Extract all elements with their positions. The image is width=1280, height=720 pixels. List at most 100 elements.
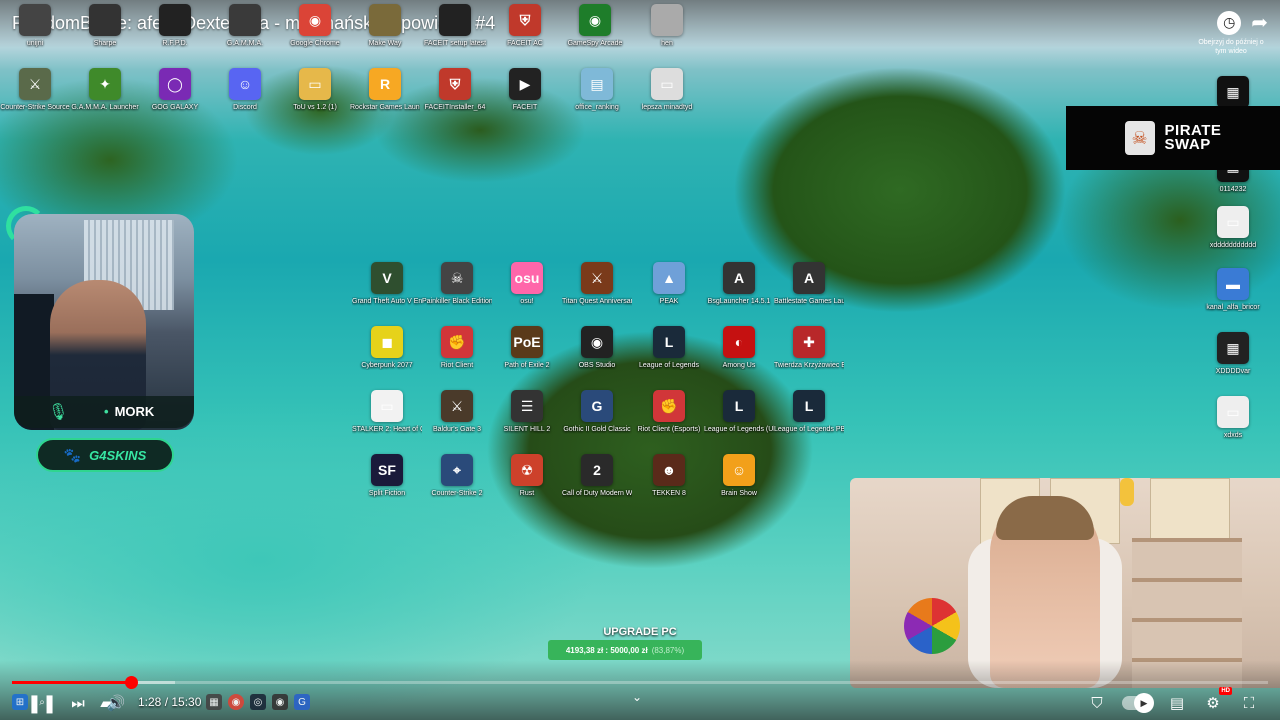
- desktop-shortcut[interactable]: A BsgLauncher 14.5.1: [704, 262, 774, 306]
- lamp: [1120, 478, 1134, 506]
- shortcut-label: Riot Client: [440, 362, 474, 369]
- progress-bar[interactable]: [12, 676, 1268, 689]
- shortcut-label: Grand Theft Auto V Enhanced: [352, 298, 422, 305]
- desktop-shortcut[interactable]: L League of Legends: [634, 326, 704, 370]
- desktop-shortcut[interactable]: FACEIT setup latest: [420, 4, 490, 48]
- desktop-shortcut[interactable]: ◉ GameSpy Arcade: [560, 4, 630, 48]
- desktop-shortcut[interactable]: G.A.M.M.A.: [210, 4, 280, 48]
- autoplay-toggle[interactable]: ▶: [1122, 693, 1154, 713]
- desktop-shortcut[interactable]: ◼ Cyberpunk 2077: [352, 326, 422, 370]
- desktop-shortcut[interactable]: G Gothic II Gold Classic: [562, 390, 632, 434]
- shortcut-label: G.A.M.M.A. Launcher: [71, 104, 139, 111]
- desktop-shortcut[interactable]: ◉ Google Chrome: [280, 4, 350, 48]
- shortcut-label: kanal_alfa_bricor: [1206, 304, 1260, 311]
- desktop-shortcut[interactable]: ▭ lepsza minadtyd: [632, 68, 702, 112]
- desktop-shortcut[interactable]: ▦ XDDDDvar: [1198, 332, 1268, 376]
- desktop-shortcut[interactable]: ⚔ Counter-Strike Source: [0, 68, 70, 112]
- desktop-shortcut[interactable]: unijni: [0, 4, 70, 48]
- desktop-shortcut[interactable]: ☠ Painkiller Black Edition: [422, 262, 492, 306]
- shield-icon[interactable]: ⛉: [1086, 692, 1108, 714]
- desktop-shortcut[interactable]: ▤ office_ranking: [562, 68, 632, 112]
- clock-icon[interactable]: ◷: [1217, 10, 1242, 35]
- desktop-shortcut[interactable]: osu osu!: [492, 262, 562, 306]
- desktop-shortcut[interactable]: ✚ Twierdza Krzyżowiec Edycja Ostateczna: [774, 326, 844, 370]
- desktop-shortcut[interactable]: ⛨ FACEITInstaller_64: [420, 68, 490, 112]
- app-icon: ▤: [581, 68, 613, 100]
- app-icon: ▭: [1217, 396, 1249, 428]
- desktop-shortcut[interactable]: ◯ GOG GALAXY: [140, 68, 210, 112]
- shortcut-label: XDDDDvar: [1215, 368, 1251, 375]
- share-icon[interactable]: ➦: [1251, 10, 1268, 35]
- desktop-taskbar-apps: ▦ ◉ ◎ ◉ G: [206, 694, 310, 710]
- progress-played: [12, 681, 132, 684]
- desktop-shortcut[interactable]: ◐ Among Us: [704, 326, 774, 370]
- desktop-shortcut[interactable]: ▬ kanal_alfa_bricor: [1198, 268, 1268, 312]
- desktop-shortcut[interactable]: L League of Legends PBE: [774, 390, 844, 434]
- desktop-shortcut[interactable]: ⚔ Baldur's Gate 3: [422, 390, 492, 434]
- app-icon: ◯: [159, 68, 191, 100]
- shortcut-label: Among Us: [722, 362, 756, 369]
- desktop-shortcut[interactable]: PoE Path of Exile 2: [492, 326, 562, 370]
- app-icon: R: [369, 68, 401, 100]
- desktop-shortcut[interactable]: ☺ Discord: [210, 68, 280, 112]
- gear-icon[interactable]: ⚙ HD: [1202, 687, 1232, 714]
- desktop-shortcut[interactable]: ☻ TEKKEN 8: [634, 454, 704, 498]
- desktop-shortcut[interactable]: ✊ Riot Client (Esports): [634, 390, 704, 434]
- pause-icon[interactable]: ❚❚: [27, 692, 57, 714]
- app-icon: V: [371, 262, 403, 294]
- chevron-down-icon[interactable]: ⌄: [632, 690, 642, 704]
- desktop-shortcut[interactable]: ▭ xdxds: [1198, 396, 1268, 440]
- app-icon: [229, 4, 261, 36]
- volume-icon[interactable]: 🔊: [106, 692, 126, 714]
- app-icon: ▭: [651, 68, 683, 100]
- desktop-shortcut[interactable]: ▭ STALKER 2: Heart of Chornobyl: [352, 390, 422, 434]
- app-icon: ⛨: [439, 68, 471, 100]
- desktop-shortcut[interactable]: SF Split Fiction: [352, 454, 422, 498]
- shortcut-label: 0114232: [1219, 186, 1247, 193]
- pirate-line2: SWAP: [1164, 136, 1211, 153]
- desktop-shortcut[interactable]: ▲ PEAK: [634, 262, 704, 306]
- desktop-shortcut[interactable]: L League of Legends (Ultimo2 (Esports): [704, 390, 774, 434]
- fullscreen-icon[interactable]: ⛶: [1238, 692, 1260, 714]
- desktop-shortcut[interactable]: ▭ ToU vs 1.2 (1): [280, 68, 350, 112]
- desktop-shortcut[interactable]: V Grand Theft Auto V Enhanced: [352, 262, 422, 306]
- shortcut-label: Twierdza Krzyżowiec Edycja Ostateczna: [774, 362, 844, 369]
- desktop-shortcut[interactable]: Make Way: [350, 4, 420, 48]
- live-dot-icon: •: [104, 404, 109, 419]
- app-icon: ▦: [1217, 76, 1249, 108]
- desktop-shortcut[interactable]: ☢ Rust: [492, 454, 562, 498]
- desktop-shortcut[interactable]: R.F.P.D.: [140, 4, 210, 48]
- desktop-shortcut[interactable]: ✊ Riot Client: [422, 326, 492, 370]
- desktop-shortcut[interactable]: ⛨ FACEIT AC: [490, 4, 560, 48]
- upgrade-separator: :: [603, 645, 611, 655]
- desktop-shortcut[interactable]: ☰ SILENT HILL 2: [492, 390, 562, 434]
- desktop-shortcut[interactable]: ✦ G.A.M.M.A. Launcher: [70, 68, 140, 112]
- time-display: 1:28 / 15:30: [138, 695, 201, 709]
- shortcut-label: FACEIT setup latest: [423, 40, 487, 47]
- upgrade-title: UPGRADE PC: [603, 626, 677, 638]
- next-icon[interactable]: ⏭: [68, 692, 88, 714]
- app-icon: ▶: [509, 68, 541, 100]
- desktop-shortcut[interactable]: 2 Call of Duty Modern Warfare 2 (2009) - …: [562, 454, 632, 498]
- desktop-shortcut[interactable]: ⚔ Titan Quest Anniversary Edition: [562, 262, 632, 306]
- desktop-shortcut[interactable]: ⌖ Counter-Strike 2: [422, 454, 492, 498]
- windows-start-icon: ⊞: [12, 694, 28, 710]
- desktop-shortcut[interactable]: ☺ Brain Show: [704, 454, 774, 498]
- desktop-shortcut[interactable]: hen: [632, 4, 702, 48]
- subtitles-icon[interactable]: ▤: [1166, 692, 1188, 714]
- desktop-shortcut[interactable]: ▶ FACEIT: [490, 68, 560, 112]
- app-icon: ▬: [1217, 268, 1249, 300]
- desktop-shortcut[interactable]: ▭ xddddddddddd: [1198, 206, 1268, 250]
- desktop-shortcut[interactable]: A Battlestate Games Launcher: [774, 262, 844, 306]
- app-icon: ◉: [579, 4, 611, 36]
- shortcut-label: Brain Show: [721, 490, 757, 497]
- desktop-shortcut[interactable]: ◉ OBS Studio: [562, 326, 632, 370]
- microphone-icon: 🎙: [48, 404, 69, 421]
- gog-taskbar-icon: G: [294, 694, 310, 710]
- desktop-shortcut[interactable]: Sharpe: [70, 4, 140, 48]
- video-frame[interactable]: RandomBruce: afera Dexterowa - mitomańsk…: [0, 0, 1280, 720]
- shortcut-label: Cyberpunk 2077: [361, 362, 413, 369]
- app-icon: ☢: [511, 454, 543, 486]
- shortcut-label: Titan Quest Anniversary Edition: [562, 298, 632, 305]
- desktop-shortcut[interactable]: R Rockstar Games Launcher: [350, 68, 420, 112]
